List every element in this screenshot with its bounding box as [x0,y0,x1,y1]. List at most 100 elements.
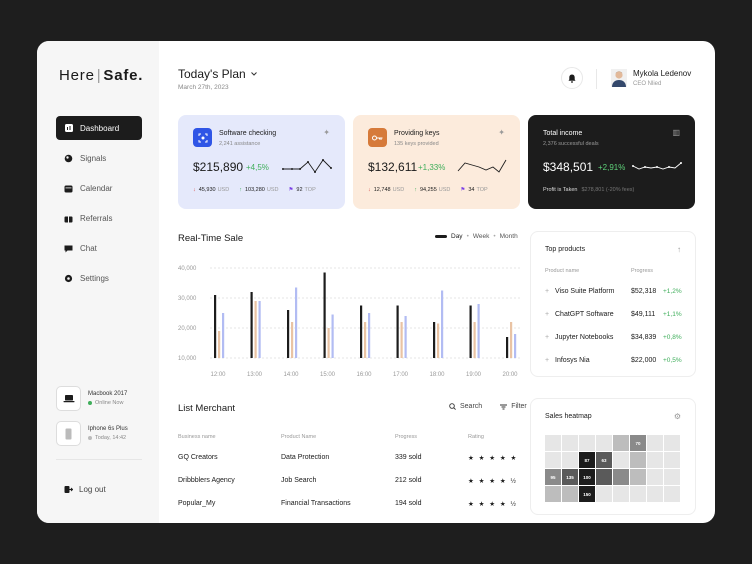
bar[interactable] [510,322,513,358]
sidebar-item-calendar[interactable]: Calendar [56,176,142,200]
heatmap-cell[interactable]: 95 [545,469,561,485]
heatmap-cell[interactable]: 70 [630,435,646,451]
page-title[interactable]: Today's Plan [178,67,257,81]
bar[interactable] [400,322,403,358]
chart-icon[interactable]: ▥ [672,128,680,137]
heatmap-cell[interactable] [613,469,629,485]
heatmap-cell[interactable] [647,469,663,485]
bar[interactable] [404,316,407,358]
arrow-up-icon[interactable]: ↑ [677,245,681,254]
providing-keys-card[interactable]: Providing keys 135 keys provided ✦ $132,… [353,115,520,209]
bar[interactable] [287,310,290,358]
heatmap-cell[interactable] [596,469,612,485]
bar[interactable] [291,322,294,358]
list-item[interactable]: + Viso Suite Platform $52,318 +1,2% [545,288,685,295]
bar[interactable] [477,304,480,358]
software-checking-card[interactable]: Software checking 2,241 assistance ✦ $21… [178,115,345,209]
bar[interactable] [364,322,367,358]
list-item[interactable]: + Infosys Nia $22,000 +0,5% [545,357,685,364]
tab-month[interactable]: Month [500,233,518,240]
bar[interactable] [258,301,261,358]
column-header[interactable]: Business name [178,434,281,444]
column-header[interactable]: Rating [468,434,523,444]
heatmap-cell[interactable] [545,435,561,451]
sidebar-item-referrals[interactable]: Referrals [56,206,142,230]
bar[interactable] [437,323,440,359]
heatmap-cell[interactable] [613,486,629,502]
notification-button[interactable] [561,67,583,89]
sidebar-item-dashboard[interactable]: Dashboard [56,116,142,140]
bar[interactable] [323,272,326,359]
heatmap-cell[interactable] [579,435,595,451]
heatmap-cell[interactable] [664,486,680,502]
pin-icon[interactable]: ✦ [498,128,505,137]
tab-week[interactable]: Week [473,233,490,240]
realtime-sale-chart: 40,000 30,000 20,000 10,000 12:00 13:00 14:00 1… [178,266,522,378]
search-button[interactable]: Search [449,403,491,410]
device-item[interactable]: Macbook 2017 Online Now [56,386,142,411]
tab-day[interactable]: Day [451,233,463,240]
bar[interactable] [368,313,371,358]
bar[interactable] [506,337,509,358]
heatmap-cell[interactable] [596,435,612,451]
bar[interactable] [469,305,472,359]
heatmap-cell[interactable]: 135 [562,469,578,485]
heatmap-cell[interactable] [647,486,663,502]
heatmap-cell[interactable] [596,486,612,502]
bar[interactable] [214,295,217,358]
device-item[interactable]: Iphone 6s Plus Today, 14:42 [56,421,142,446]
bar[interactable] [433,322,436,358]
rating: ★ ★ ★ ★ ★ [468,454,518,462]
heatmap-cell[interactable] [664,452,680,468]
heatmap-cell[interactable] [545,452,561,468]
heatmap-cell[interactable] [647,452,663,468]
heatmap-cell[interactable]: 87 [579,452,595,468]
bar[interactable] [396,305,399,359]
column-header[interactable]: Progress [395,434,468,444]
x-tick-label: 14:00 [283,372,299,378]
bar[interactable] [254,301,257,358]
bar[interactable] [514,334,517,358]
bar[interactable] [218,331,221,358]
heatmap-cell[interactable] [562,435,578,451]
heatmap-cell[interactable] [664,435,680,451]
bar[interactable] [327,328,330,358]
panel-title: Sales heatmap [545,413,592,420]
heatmap-cell[interactable] [630,486,646,502]
bar[interactable] [331,314,334,359]
heatmap-cell[interactable]: 63 [596,452,612,468]
heatmap-cell[interactable] [562,452,578,468]
bar[interactable] [250,292,253,358]
settings-icon[interactable]: ⚙ [674,412,681,421]
avatar[interactable] [611,69,627,87]
column-header[interactable]: Product Name [281,434,395,444]
list-item[interactable]: + ChatGPT Software $49,111 +1,1% [545,311,685,318]
heatmap-cell[interactable] [613,452,629,468]
heatmap-cell[interactable] [664,469,680,485]
heatmap-cell[interactable] [562,486,578,502]
table-row[interactable]: Popular_My Financial Transactions 194 so… [178,492,523,515]
bar[interactable] [441,290,444,359]
main-content: Today's Plan March 27th, 2023 Mykola Led… [159,41,715,523]
sidebar-item-chat[interactable]: Chat [56,236,142,260]
heatmap-cell[interactable] [545,486,561,502]
pin-icon[interactable]: ✦ [323,128,330,137]
table-row[interactable]: Dribbblers Agency Job Search 212 sold ★ … [178,469,523,492]
total-income-card[interactable]: Total income 2,376 successful deals ▥ $3… [528,115,695,209]
heatmap-cell[interactable] [647,435,663,451]
sidebar-item-settings[interactable]: Settings [56,266,142,290]
heatmap-cell[interactable]: 150 [579,486,595,502]
plus-icon: + [545,288,550,295]
table-row[interactable]: GQ Creators Data Protection 339 sold ★ ★… [178,446,523,469]
heatmap-cell[interactable] [630,452,646,468]
logout-button[interactable]: Log out [64,485,106,494]
bar[interactable] [222,313,225,358]
heatmap-cell[interactable] [630,469,646,485]
heatmap-cell[interactable]: 100 [579,469,595,485]
bar[interactable] [360,305,363,359]
list-item[interactable]: + Jupyter Notebooks $34,839 +0,8% [545,334,685,341]
bar[interactable] [473,322,476,358]
heatmap-cell[interactable] [613,435,629,451]
sidebar-item-signals[interactable]: Signals [56,146,142,170]
bar[interactable] [295,287,298,359]
